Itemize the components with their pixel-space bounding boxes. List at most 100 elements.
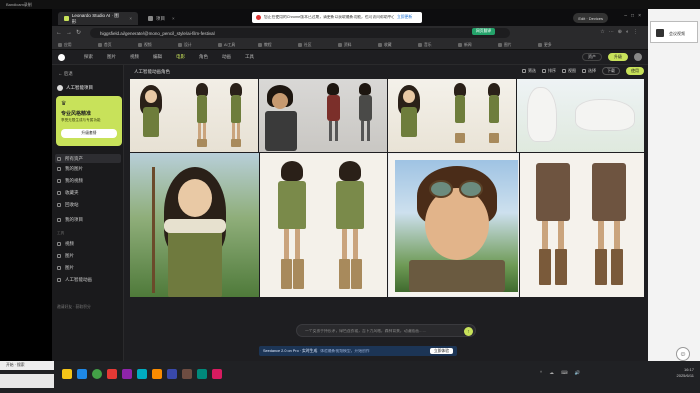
sidebar-section-tools: 工具 xyxy=(57,231,65,235)
bookmark-item[interactable]: 图片 xyxy=(498,42,512,48)
project-folder-icon xyxy=(57,218,61,222)
sidebar-item-all-assets[interactable]: 所有资产 xyxy=(55,154,121,163)
extension-icons[interactable]: ☆⋯⊕◐⋮ xyxy=(600,29,642,35)
bookmark-item[interactable]: 新闻 xyxy=(458,42,472,48)
assets-button[interactable]: 资产 xyxy=(582,53,602,61)
image-tile[interactable] xyxy=(517,79,644,152)
bookmark-item[interactable]: 收藏 xyxy=(378,42,392,48)
image-tile[interactable] xyxy=(130,153,259,297)
use-button[interactable]: 使用 xyxy=(626,67,644,75)
select-button[interactable]: 选择 xyxy=(582,68,596,74)
top-menu-item[interactable]: 图片 xyxy=(107,54,116,60)
chat-bubble-icon[interactable]: ☺ xyxy=(676,347,690,361)
tab-project[interactable]: 项目 × xyxy=(142,12,202,25)
bookmark-item[interactable]: 应用 xyxy=(58,42,72,48)
bookmark-item[interactable]: 音乐 xyxy=(418,42,432,48)
tab-studio[interactable]: Leonardo Studio AI · 图形 × xyxy=(58,12,138,25)
sort-button[interactable]: 排序 xyxy=(542,68,556,74)
back-link[interactable]: ← 后退 xyxy=(58,71,73,77)
image-tile[interactable] xyxy=(130,79,258,152)
close-icon[interactable]: × xyxy=(172,16,175,21)
top-menu-item[interactable]: 编辑 xyxy=(153,54,162,60)
prompt-input[interactable]: 一个女孩手持长矛，绿色连衣裙，吉卜力风格，森林背景，动漫插画…… ↑ xyxy=(296,324,476,337)
system-tray[interactable]: ^ ☁ ⌨ 🔊 xyxy=(540,370,583,376)
sidebar-item-trash[interactable]: 回收站 xyxy=(57,202,79,208)
top-menu-item[interactable]: 视频 xyxy=(130,54,139,60)
bookmark-item[interactable]: AI工具 xyxy=(218,42,235,48)
bookmark-item[interactable]: 社区 xyxy=(298,42,312,48)
bookmark-label: 新闻 xyxy=(464,42,472,47)
view-button[interactable]: 视图 xyxy=(562,68,576,74)
taskbar-widget[interactable] xyxy=(0,374,54,388)
arrow-up-icon[interactable]: ↑ xyxy=(464,327,473,336)
upgrade-button[interactable]: 升级 xyxy=(608,53,628,61)
taskbar-app-icon[interactable] xyxy=(212,369,222,379)
side-window[interactable]: 会议视频 xyxy=(650,21,698,43)
bookmark-icon xyxy=(138,43,142,47)
taskbar-app-icon[interactable] xyxy=(137,369,147,379)
bookmark-item[interactable]: 更多 xyxy=(538,42,552,48)
filter-button[interactable]: 筛选 xyxy=(522,68,536,74)
sidebar-item-label: 我的视频 xyxy=(65,178,83,183)
top-menu-item[interactable]: 角色 xyxy=(199,54,208,60)
sidebar-item-favorites[interactable]: 收藏夹 xyxy=(57,190,79,196)
top-menu-item[interactable]: 电影 xyxy=(176,54,185,60)
promo-upgrade-button[interactable]: 升级套餐 xyxy=(61,129,117,138)
taskbar-app-icon[interactable] xyxy=(197,369,207,379)
taskbar-app-icon[interactable] xyxy=(122,369,132,379)
app-logo[interactable] xyxy=(58,54,65,61)
bookmark-item[interactable]: 设计 xyxy=(178,42,192,48)
translate-button[interactable]: 网页翻译 xyxy=(472,28,496,35)
sidebar-tool-animation[interactable]: 人工智能动画 xyxy=(57,277,92,283)
video-icon xyxy=(57,179,61,183)
sidebar-tool-video[interactable]: 视频 xyxy=(57,241,74,247)
top-menu-item[interactable]: 工具 xyxy=(245,54,254,60)
avatar[interactable] xyxy=(634,53,642,61)
bookmark-label: 音乐 xyxy=(424,42,432,47)
taskbar-apps xyxy=(62,369,222,379)
taskbar-search[interactable]: 开始 · 搜索 xyxy=(0,361,54,370)
sidebar-item-images[interactable]: 我的图片 xyxy=(57,166,83,172)
page-title: 人工智能动画角色 xyxy=(134,69,170,74)
sidebar: ← 后退 人工智能项目 ♛ 专业风格精准 享受无限生成与专属功能 升级套餐 所有… xyxy=(52,65,124,361)
image-tile[interactable] xyxy=(388,79,516,152)
window-controls[interactable]: –□× xyxy=(624,13,645,19)
taskbar-app-icon[interactable] xyxy=(107,369,117,379)
clock[interactable]: 16:17 2025/6/11 xyxy=(677,367,695,379)
taskbar-app-icon[interactable] xyxy=(152,369,162,379)
url-bar[interactable]: higgsfield.ai/generate/@mono_pencil_styl… xyxy=(90,28,510,38)
edit-devices-button[interactable]: Edit · Devices xyxy=(573,13,608,23)
image-tile[interactable] xyxy=(520,153,644,297)
bookmark-label: 应用 xyxy=(64,42,72,47)
banner-button[interactable]: 立即体验 xyxy=(429,348,453,354)
nav-buttons[interactable]: ←→↻ xyxy=(56,29,85,36)
bookmark-item[interactable]: 教程 xyxy=(258,42,272,48)
notification-link[interactable]: 立即更新 xyxy=(397,15,412,20)
sidebar-footer[interactable]: 邀请好友 · 获取积分 xyxy=(57,305,91,310)
close-icon[interactable]: × xyxy=(129,16,132,21)
image-tile[interactable] xyxy=(259,79,387,152)
bookmark-item[interactable]: 首页 xyxy=(98,42,112,48)
taskbar-app-icon[interactable] xyxy=(62,369,72,379)
sidebar-item-videos[interactable]: 我的视频 xyxy=(57,178,83,184)
sidebar-tool-image-2[interactable]: 图片 xyxy=(57,265,74,271)
bookmark-item[interactable]: 视频 xyxy=(138,42,152,48)
taskbar-app-icon[interactable] xyxy=(182,369,192,379)
top-menu-item[interactable]: 探索 xyxy=(84,54,93,60)
sidebar-item-projects[interactable]: 我的项目 xyxy=(57,217,83,223)
download-button[interactable]: 下载 xyxy=(602,67,620,75)
address-row: ←→↻ higgsfield.ai/generate/@mono_pencil_… xyxy=(52,26,648,40)
sidebar-tool-image[interactable]: 图片 xyxy=(57,253,74,259)
video-call-icon xyxy=(656,29,664,37)
image-tile[interactable] xyxy=(260,153,387,297)
top-menu-item[interactable]: 动画 xyxy=(222,54,231,60)
taskbar-app-icon[interactable] xyxy=(167,369,177,379)
header-right: 资产 升级 xyxy=(582,53,642,61)
taskbar-app-icon[interactable] xyxy=(77,369,87,379)
image-tile[interactable] xyxy=(388,153,519,297)
taskbar-app-icon[interactable] xyxy=(92,369,102,379)
bookmark-item[interactable]: 资料 xyxy=(338,42,352,48)
notification-text: 您正在使用的Chrome版本已过期，请更新以获取最新功能，也可访问帮助中心了解更… xyxy=(264,15,394,19)
bookmark-label: 更多 xyxy=(544,42,552,47)
project-selector[interactable]: 人工智能项目 xyxy=(57,85,93,91)
